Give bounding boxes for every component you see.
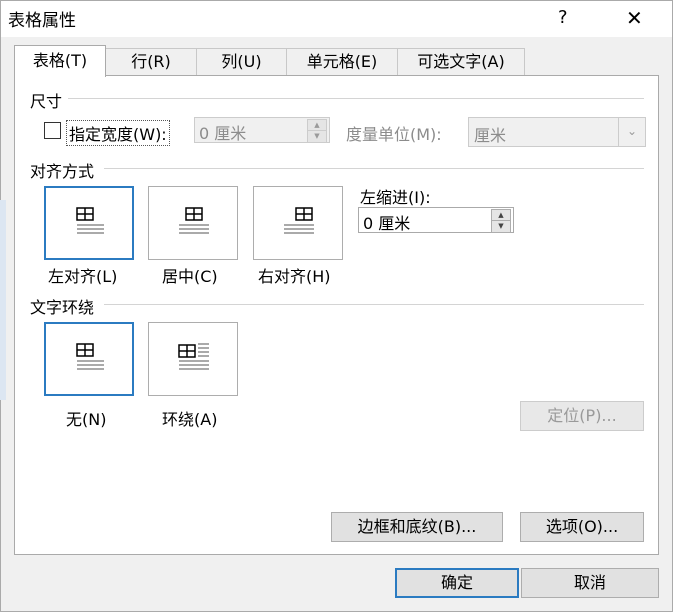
wrap-none-icon (76, 343, 104, 370)
chevron-down-icon: ⌄ (618, 118, 645, 146)
indent-spin-down-icon[interactable]: ▼ (491, 220, 511, 233)
align-left-label: 左对齐(L) (48, 267, 118, 286)
tab-row[interactable]: 行(R) (105, 48, 197, 75)
align-left-icon (76, 207, 104, 234)
tab-alt-text[interactable]: 可选文字(A) (397, 48, 525, 75)
alignment-group-label: 对齐方式 (30, 162, 95, 181)
wrap-around-label: 环绕(A) (162, 410, 218, 429)
background-document-edge (0, 200, 6, 400)
width-spin-down-icon[interactable]: ▼ (307, 130, 327, 143)
left-indent-value: 0 厘米 (363, 214, 411, 233)
alignment-separator (104, 168, 644, 169)
specify-width-checkbox[interactable] (44, 122, 61, 139)
close-button[interactable]: ✕ (626, 6, 643, 30)
position-button[interactable]: 定位(P)... (520, 401, 644, 431)
wrap-around-option[interactable] (148, 322, 238, 396)
tab-column[interactable]: 列(U) (196, 48, 287, 75)
measure-unit-select[interactable]: 厘米 ⌄ (468, 117, 646, 147)
measure-unit-value: 厘米 (474, 126, 507, 145)
tab-cell[interactable]: 单元格(E) (286, 48, 398, 75)
window-title: 表格属性 (8, 11, 76, 31)
borders-shading-button[interactable]: 边框和底纹(B)... (331, 512, 503, 542)
align-left-option[interactable] (44, 186, 134, 260)
width-spinbox[interactable]: 0 厘米 ▲ ▼ (194, 117, 330, 143)
help-button[interactable]: ? (558, 7, 568, 28)
measure-unit-label: 度量单位(M): (346, 125, 442, 144)
wrap-none-option[interactable] (44, 322, 134, 396)
width-value: 0 厘米 (199, 124, 247, 143)
align-center-option[interactable] (148, 186, 238, 260)
wrapping-group-label: 文字环绕 (30, 298, 95, 317)
options-button[interactable]: 选项(O)... (520, 512, 644, 542)
left-indent-spinbox[interactable]: 0 厘米 ▲ ▼ (358, 207, 514, 233)
tab-table[interactable]: 表格(T) (14, 45, 106, 77)
size-group-label: 尺寸 (30, 92, 63, 111)
title-bar (1, 1, 672, 37)
align-right-label: 右对齐(H) (258, 267, 331, 286)
size-separator (68, 98, 644, 99)
wrap-none-label: 无(N) (66, 410, 107, 429)
cancel-button[interactable]: 取消 (521, 568, 659, 598)
align-right-icon (284, 207, 314, 234)
specify-width-label[interactable]: 指定宽度(W): (66, 120, 170, 146)
align-center-label: 居中(C) (162, 267, 218, 286)
align-right-option[interactable] (253, 186, 343, 260)
wrapping-separator (104, 304, 644, 305)
align-center-icon (179, 207, 209, 234)
ok-button[interactable]: 确定 (395, 568, 519, 598)
wrap-around-icon (178, 343, 209, 370)
left-indent-label: 左缩进(I): (360, 188, 431, 207)
tab-panel (14, 75, 659, 555)
